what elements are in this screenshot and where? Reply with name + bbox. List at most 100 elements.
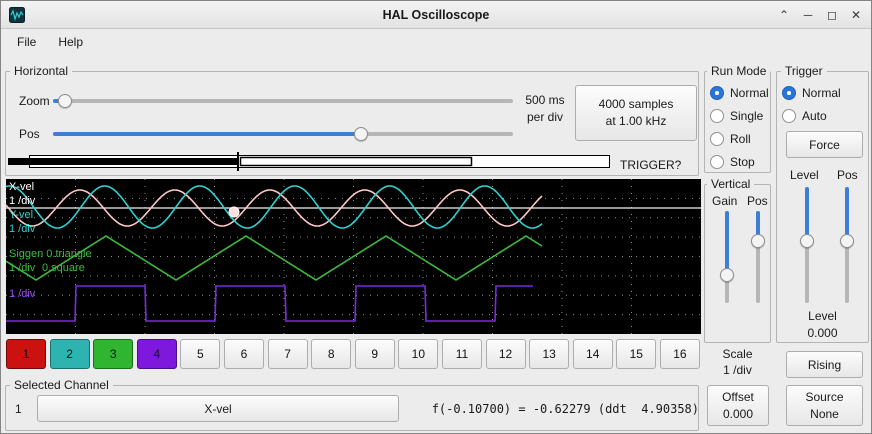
scope-channel-label: 1 /div [9, 288, 35, 301]
hal-oscilloscope-window: HAL Oscilloscope ⌃ ─ ◻ ✕ File Help Horiz… [0, 0, 872, 434]
vertical-gain-label: Gain [712, 194, 737, 208]
record-overview-bar[interactable] [8, 152, 618, 171]
vertical-pos-slider[interactable] [751, 211, 765, 303]
slider-groove [53, 99, 513, 103]
channel-button-10[interactable]: 10 [398, 339, 438, 369]
pos-slider-handle[interactable] [354, 127, 368, 141]
run-mode-group-label: Run Mode [707, 64, 770, 78]
pos-label: Pos [19, 127, 40, 141]
title-bar: HAL Oscilloscope ⌃ ─ ◻ ✕ [1, 1, 871, 29]
radio-icon[interactable] [710, 109, 724, 123]
channel-button-row: 1 2 3 4 5 6 7 8 9 10 11 12 13 14 15 16 [6, 339, 700, 369]
radio-label: Normal [730, 86, 769, 100]
channel-button-14[interactable]: 14 [573, 339, 613, 369]
selected-channel-group-label: Selected Channel [10, 378, 113, 392]
minimize-button[interactable]: ─ [801, 8, 815, 22]
slider-fill [725, 211, 729, 275]
slider-fill [845, 187, 849, 241]
channel-button-1[interactable]: 1 [6, 339, 46, 369]
trigger-pos-label: Pos [837, 168, 858, 182]
scope-channel-label: 1 /div [9, 262, 35, 275]
trigger-normal[interactable]: Normal [782, 86, 841, 100]
channel-button-11[interactable]: 11 [442, 339, 482, 369]
window-controls: ⌃ ─ ◻ ✕ [777, 1, 863, 29]
zoom-slider-handle[interactable] [58, 94, 72, 108]
slider-fill [805, 187, 809, 241]
window-title: HAL Oscilloscope [1, 1, 871, 29]
radio-icon[interactable] [782, 109, 796, 123]
zoom-slider[interactable] [53, 93, 513, 109]
channel-button-12[interactable]: 12 [486, 339, 526, 369]
selected-channel-number: 1 [15, 402, 22, 416]
offset-value: 0.000 [723, 406, 753, 423]
channel-button-16[interactable]: 16 [660, 339, 700, 369]
trigger-edge-button[interactable]: Rising [786, 351, 863, 378]
channel-button-15[interactable]: 15 [616, 339, 656, 369]
scale-label: Scale [704, 347, 771, 361]
shade-button[interactable]: ⌃ [777, 8, 791, 22]
vertical-pos-slider-handle[interactable] [751, 234, 765, 248]
trigger-group-label: Trigger [781, 64, 827, 78]
channel-button-3[interactable]: 3 [93, 339, 133, 369]
scope-labels: X-vel1 /divY-vel1 /divSiggen 0.triangle1… [6, 179, 701, 334]
radio-label: Normal [802, 86, 841, 100]
channel-button-2[interactable]: 2 [50, 339, 90, 369]
scope-channel-label: 1 /div [9, 195, 35, 208]
source-value: None [810, 406, 839, 423]
radio-icon[interactable] [710, 132, 724, 146]
scale-value: 1 /div [704, 363, 771, 377]
maximize-button[interactable]: ◻ [825, 8, 839, 22]
pos-slider[interactable] [53, 126, 513, 142]
scope-channel-label: Y-vel [9, 209, 33, 222]
trigger-auto[interactable]: Auto [782, 109, 827, 123]
vertical-gain-slider-handle[interactable] [720, 268, 734, 282]
radio-label: Auto [802, 109, 827, 123]
channel-button-4[interactable]: 4 [137, 339, 177, 369]
run-mode-single[interactable]: Single [710, 109, 763, 123]
channel-button-13[interactable]: 13 [529, 339, 569, 369]
scope-channel-label: 0.square [42, 262, 85, 275]
close-button[interactable]: ✕ [849, 8, 863, 22]
samples-count: 4000 samples [599, 96, 674, 113]
trigger-pos-slider-handle[interactable] [840, 234, 854, 248]
channel-button-5[interactable]: 5 [180, 339, 220, 369]
selected-channel-name-button[interactable]: X-vel [37, 395, 399, 422]
run-mode-roll[interactable]: Roll [710, 132, 751, 146]
trigger-level-slider[interactable] [800, 187, 814, 303]
run-mode-normal[interactable]: Normal [710, 86, 769, 100]
trigger-level-readout-value: 0.000 [776, 326, 869, 340]
radio-label: Single [730, 109, 763, 123]
trigger-pos-slider[interactable] [840, 187, 854, 303]
radio-icon[interactable] [710, 86, 724, 100]
horizontal-group-label: Horizontal [10, 64, 72, 78]
vertical-gain-slider[interactable] [720, 211, 734, 303]
slider-fill [53, 132, 361, 136]
force-button[interactable]: Force [786, 131, 863, 158]
run-mode-stop[interactable]: Stop [710, 155, 755, 169]
trigger-source-button[interactable]: Source None [786, 385, 863, 426]
channel-button-9[interactable]: 9 [355, 339, 395, 369]
vertical-pos-label: Pos [747, 194, 768, 208]
time-per-div-unit: per div [517, 110, 573, 124]
source-label: Source [805, 389, 843, 406]
samples-info-button[interactable]: 4000 samples at 1.00 kHz [575, 85, 697, 141]
scope-channel-label: X-vel [9, 181, 34, 194]
trigger-question-label: TRIGGER? [620, 158, 681, 172]
channel-value-readout: f(-0.10700) = -0.62279 (ddt 4.90358) [401, 402, 699, 416]
menu-help[interactable]: Help [48, 32, 93, 52]
trigger-level-readout-label: Level [776, 309, 869, 323]
radio-icon[interactable] [782, 86, 796, 100]
radio-label: Roll [730, 132, 751, 146]
menu-file[interactable]: File [7, 32, 46, 52]
trigger-level-slider-handle[interactable] [800, 234, 814, 248]
radio-label: Stop [730, 155, 755, 169]
menu-bar: File Help [1, 30, 871, 54]
scope-channel-label: Siggen 0.triangle [9, 248, 92, 261]
vertical-group-label: Vertical [707, 177, 754, 191]
channel-button-6[interactable]: 6 [224, 339, 264, 369]
radio-icon[interactable] [710, 155, 724, 169]
offset-button[interactable]: Offset 0.000 [707, 385, 769, 426]
channel-button-8[interactable]: 8 [311, 339, 351, 369]
trigger-level-label: Level [790, 168, 819, 182]
channel-button-7[interactable]: 7 [268, 339, 308, 369]
